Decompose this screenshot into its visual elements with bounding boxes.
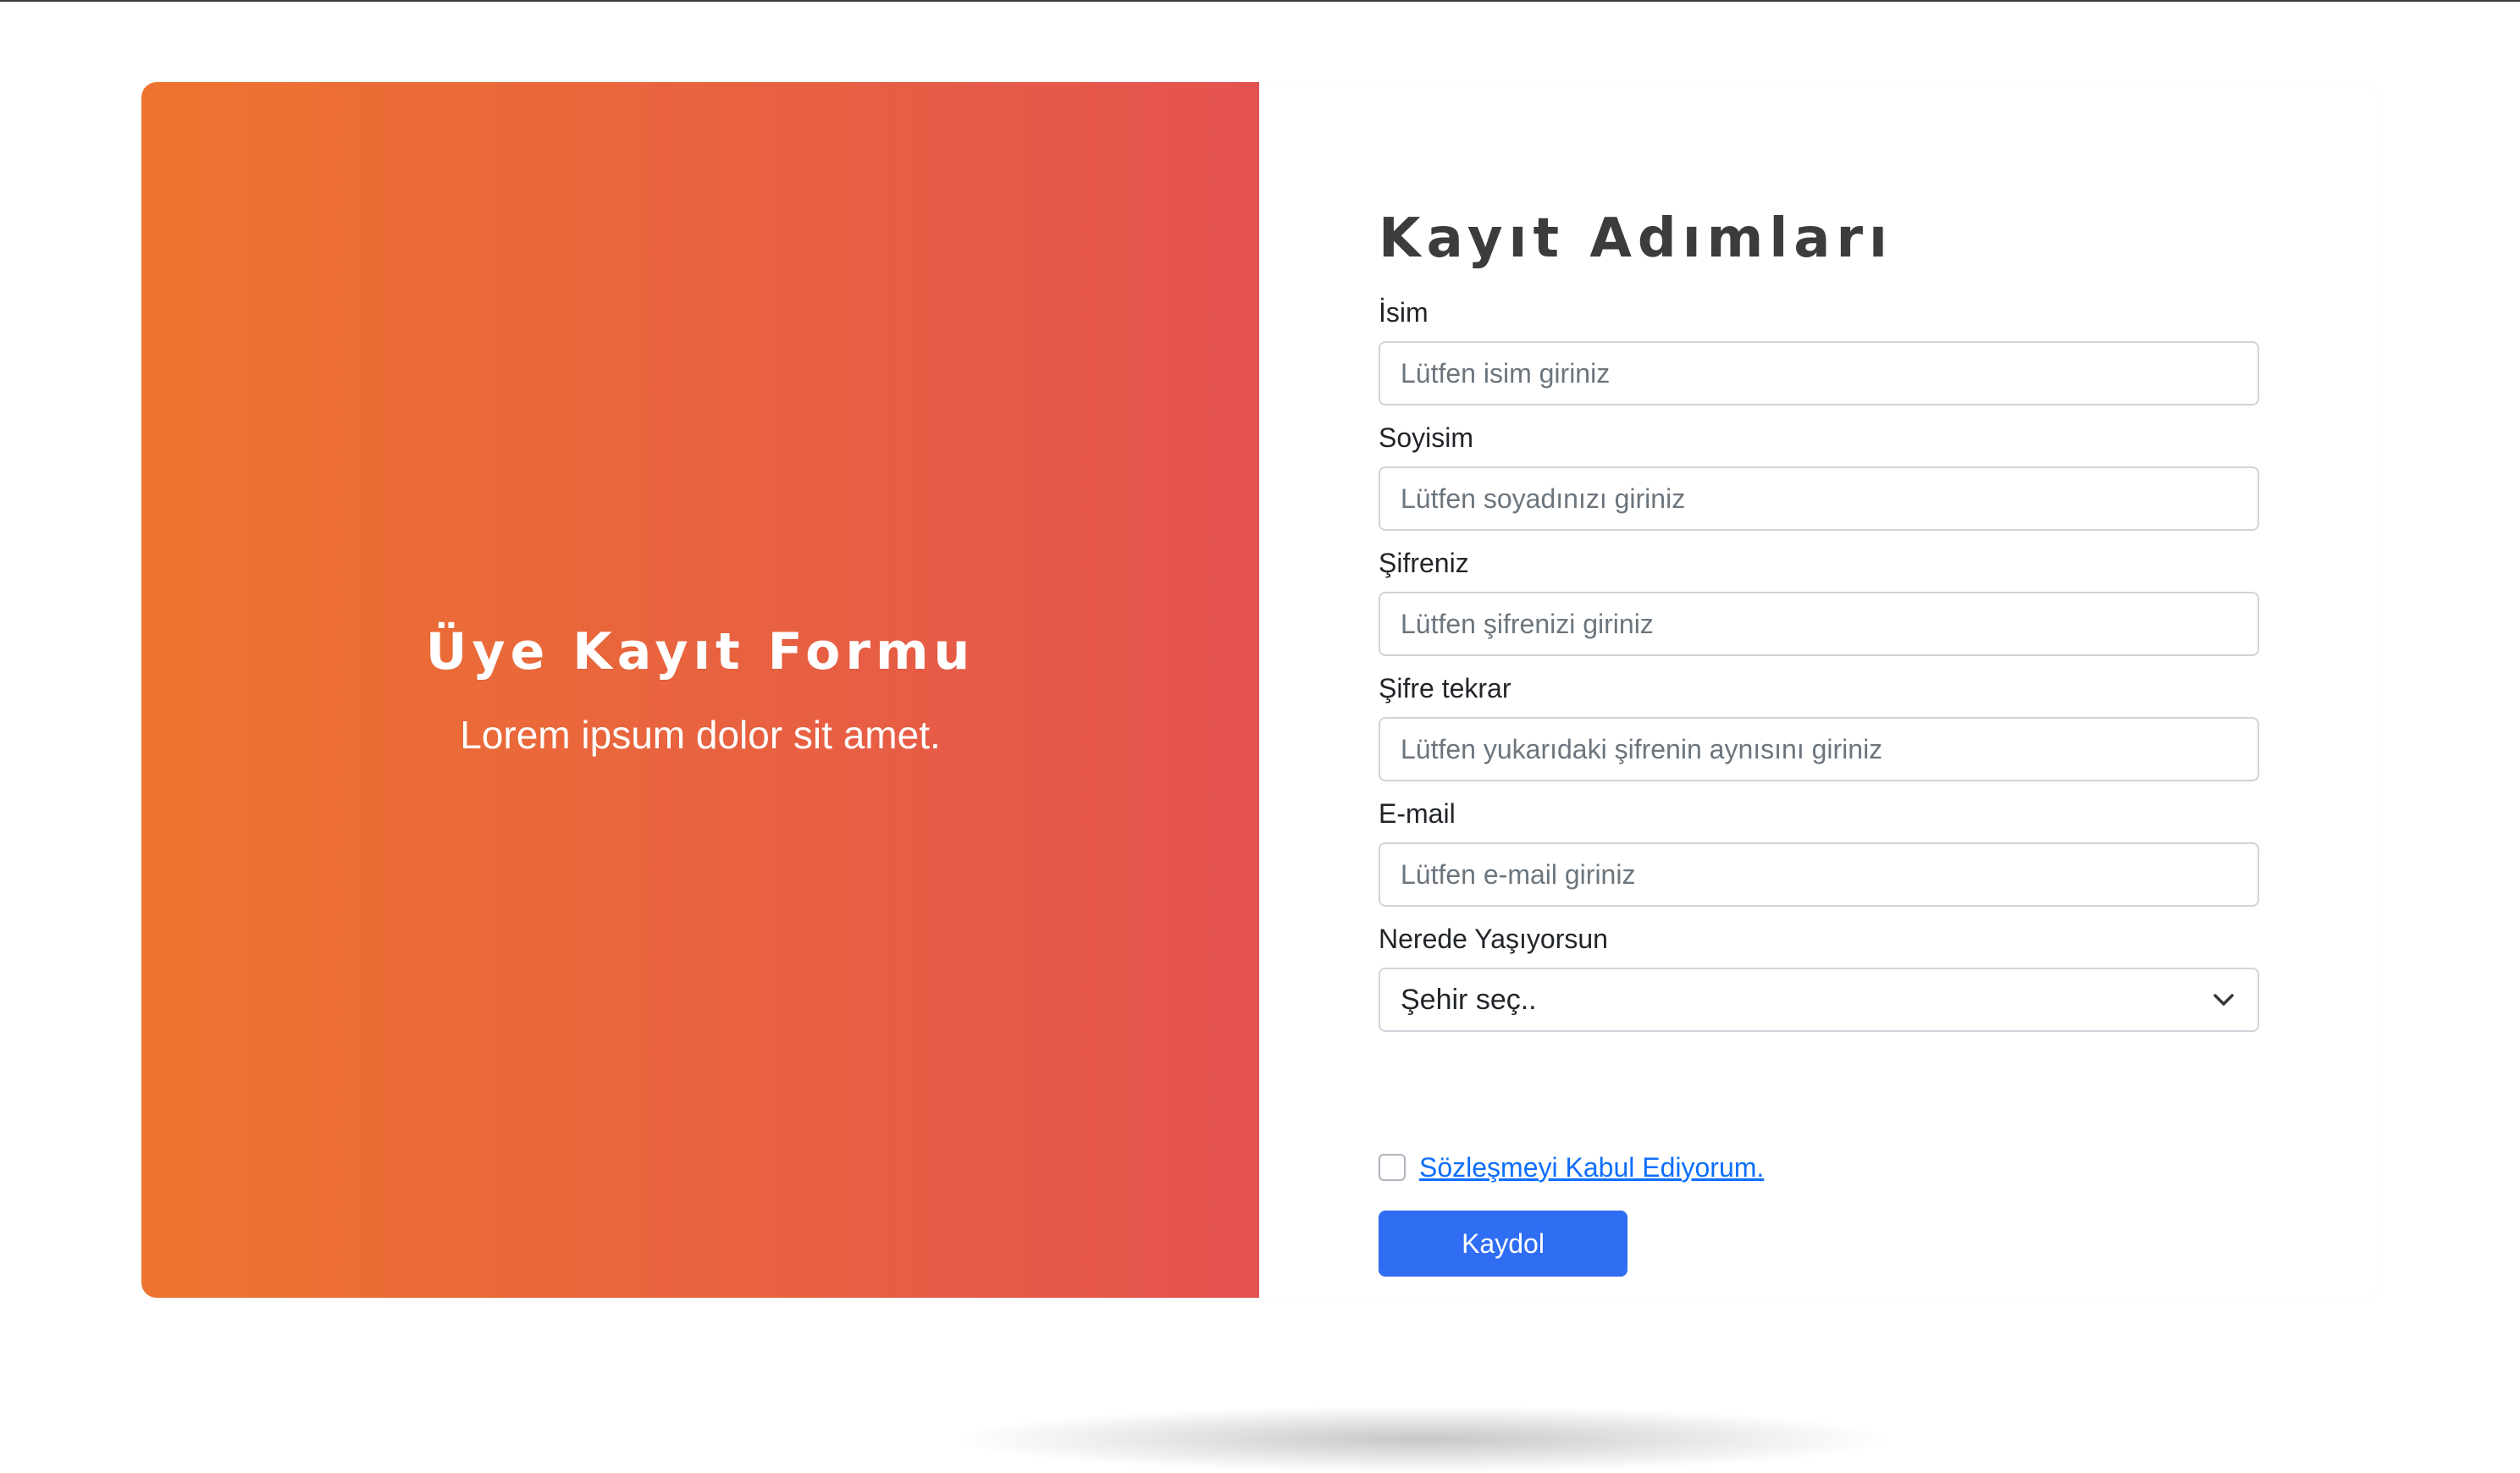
agreement-link[interactable]: Sözleşmeyi Kabul Ediyorum. bbox=[1419, 1152, 1764, 1183]
hero-title: Üye Kayıt Formu bbox=[425, 622, 975, 681]
email-input[interactable] bbox=[1379, 842, 2259, 907]
password-confirm-field: Şifre tekrar bbox=[1379, 670, 2259, 781]
hero-subtitle: Lorem ipsum dolor sit amet. bbox=[460, 713, 941, 757]
last-name-input[interactable] bbox=[1379, 466, 2259, 531]
password-label: Şifreniz bbox=[1379, 548, 1469, 578]
chevron-down-icon bbox=[2210, 986, 2237, 1013]
email-field: E-mail bbox=[1379, 795, 2259, 907]
registration-card: Üye Kayıt Formu Lorem ipsum dolor sit am… bbox=[141, 82, 2377, 1298]
city-field: Nerede Yaşıyorsun Şehir seç.. bbox=[1379, 920, 2259, 1032]
agreement-checkbox[interactable] bbox=[1379, 1154, 1406, 1181]
hero-panel: Üye Kayıt Formu Lorem ipsum dolor sit am… bbox=[141, 82, 1259, 1298]
window-top-border bbox=[0, 0, 2520, 2]
city-select-value: Şehir seç.. bbox=[1401, 983, 1537, 1016]
form-panel: Kayıt Adımları İsim Soyisim Şifreniz Şif… bbox=[1259, 82, 2377, 1298]
password-confirm-label: Şifre tekrar bbox=[1379, 673, 1511, 703]
password-confirm-input[interactable] bbox=[1379, 717, 2259, 781]
city-label: Nerede Yaşıyorsun bbox=[1379, 924, 1608, 954]
last-name-label: Soyisim bbox=[1379, 422, 1474, 453]
bottom-shadow bbox=[948, 1405, 1897, 1473]
agreement-row: Sözleşmeyi Kabul Ediyorum. bbox=[1379, 1150, 1764, 1184]
submit-button[interactable]: Kaydol bbox=[1379, 1211, 1628, 1277]
city-select[interactable]: Şehir seç.. bbox=[1379, 968, 2259, 1032]
last-name-field: Soyisim bbox=[1379, 419, 2259, 531]
email-label: E-mail bbox=[1379, 798, 1456, 829]
first-name-input[interactable] bbox=[1379, 341, 2259, 405]
first-name-field: İsim bbox=[1379, 294, 2259, 405]
first-name-label: İsim bbox=[1379, 297, 1429, 328]
password-field: Şifreniz bbox=[1379, 544, 2259, 656]
form-title: Kayıt Adımları bbox=[1379, 207, 1893, 270]
password-input[interactable] bbox=[1379, 592, 2259, 656]
